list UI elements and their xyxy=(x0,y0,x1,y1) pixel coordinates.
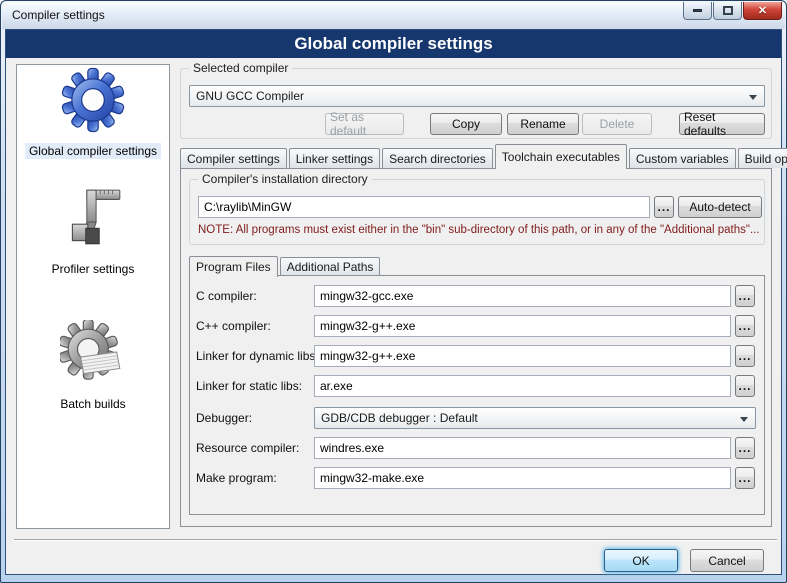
dynamic-linker-browse-button[interactable]: ... xyxy=(735,345,755,367)
subtab-additional-paths[interactable]: Additional Paths xyxy=(280,257,381,276)
field-label-cpp-compiler: C++ compiler: xyxy=(196,319,271,333)
tab-custom-variables[interactable]: Custom variables xyxy=(629,148,736,168)
compiler-settings-window: Compiler settings ✕ Global compiler sett… xyxy=(0,0,787,583)
delete-button[interactable]: Delete xyxy=(582,113,652,135)
maximize-icon xyxy=(723,6,733,15)
field-label-make-program: Make program: xyxy=(196,471,277,485)
tab-search-directories[interactable]: Search directories xyxy=(382,148,493,168)
dialog-header: Global compiler settings xyxy=(6,30,781,58)
compiler-select[interactable]: GNU GCC Compiler xyxy=(189,85,765,107)
install-dir-note: NOTE: All programs must exist either in … xyxy=(198,224,762,236)
sidebar-item-label: Profiler settings xyxy=(48,261,139,277)
static-linker-browse-button[interactable]: ... xyxy=(735,375,755,397)
footer-separator xyxy=(14,539,777,541)
blue-gear-icon xyxy=(60,67,126,133)
compiler-select-value: GNU GCC Compiler xyxy=(196,89,304,103)
page-title: Global compiler settings xyxy=(294,34,492,54)
make-program-browse-button[interactable]: ... xyxy=(735,467,755,489)
sidebar-item-label: Batch builds xyxy=(56,396,129,412)
chevron-down-icon xyxy=(749,95,757,100)
toolchain-executables-panel: Compiler's installation directory ... Au… xyxy=(180,168,772,527)
settings-category-list: Global compiler settings Profiler settin… xyxy=(16,64,170,529)
tab-toolchain-executables[interactable]: Toolchain executables xyxy=(495,144,627,169)
chevron-down-icon xyxy=(740,417,748,422)
cpp-compiler-input[interactable] xyxy=(314,315,731,337)
installation-directory-group: Compiler's installation directory ... Au… xyxy=(189,179,765,245)
resource-compiler-input[interactable] xyxy=(314,437,731,459)
close-icon: ✕ xyxy=(758,4,767,17)
selected-compiler-group: Selected compiler GNU GCC Compiler Set a… xyxy=(180,68,772,139)
sidebar-item-profiler-settings[interactable]: Profiler settings xyxy=(17,185,169,277)
sidebar-item-global-compiler-settings[interactable]: Global compiler settings xyxy=(17,67,169,159)
caliper-icon xyxy=(60,185,126,251)
window-title: Compiler settings xyxy=(12,8,105,22)
subtab-program-files[interactable]: Program Files xyxy=(189,256,278,277)
field-label-dynamic-linker: Linker for dynamic libs: xyxy=(196,349,319,363)
install-dir-browse-button[interactable]: ... xyxy=(654,196,674,218)
debugger-select-value: GDB/CDB debugger : Default xyxy=(321,411,478,425)
titlebar[interactable]: Compiler settings ✕ xyxy=(2,2,785,29)
program-files-panel: C compiler: ... C++ compiler: ... Linker… xyxy=(189,275,765,515)
rename-button[interactable]: Rename xyxy=(507,113,579,135)
settings-tabbar: Compiler settings Linker settings Search… xyxy=(180,143,772,168)
field-label-c-compiler: C compiler: xyxy=(196,289,257,303)
tab-build-options[interactable]: Build options xyxy=(738,148,787,168)
minimize-button[interactable] xyxy=(683,2,712,20)
debugger-select[interactable]: GDB/CDB debugger : Default xyxy=(314,407,756,429)
gray-gear-icon xyxy=(60,320,126,386)
dynamic-linker-input[interactable] xyxy=(314,345,731,367)
close-button[interactable]: ✕ xyxy=(743,2,782,20)
c-compiler-input[interactable] xyxy=(314,285,731,307)
maximize-button[interactable] xyxy=(713,2,742,20)
field-label-debugger: Debugger: xyxy=(196,411,252,425)
sidebar-item-label: Global compiler settings xyxy=(25,143,161,159)
sidebar-item-batch-builds[interactable]: Batch builds xyxy=(17,320,169,412)
c-compiler-browse-button[interactable]: ... xyxy=(735,285,755,307)
field-label-static-linker: Linker for static libs: xyxy=(196,379,302,393)
cpp-compiler-browse-button[interactable]: ... xyxy=(735,315,755,337)
set-as-default-button[interactable]: Set as default xyxy=(325,113,404,135)
install-dir-input[interactable] xyxy=(198,196,650,218)
tab-linker-settings[interactable]: Linker settings xyxy=(289,148,380,168)
auto-detect-button[interactable]: Auto-detect xyxy=(678,196,762,218)
resource-compiler-browse-button[interactable]: ... xyxy=(735,437,755,459)
program-files-tabbar: Program Files Additional Paths xyxy=(189,255,765,276)
reset-defaults-button[interactable]: Reset defaults xyxy=(679,113,765,135)
static-linker-input[interactable] xyxy=(314,375,731,397)
tab-compiler-settings[interactable]: Compiler settings xyxy=(180,148,287,168)
field-label-resource-compiler: Resource compiler: xyxy=(196,441,299,455)
ok-button[interactable]: OK xyxy=(604,549,678,572)
cancel-button[interactable]: Cancel xyxy=(690,549,764,572)
make-program-input[interactable] xyxy=(314,467,731,489)
selected-compiler-group-label: Selected compiler xyxy=(189,61,292,75)
window-controls: ✕ xyxy=(682,2,782,20)
minimize-icon xyxy=(693,9,702,12)
copy-button[interactable]: Copy xyxy=(430,113,502,135)
installation-directory-group-label: Compiler's installation directory xyxy=(198,172,372,186)
dialog-client-area: Global compiler settings Global compiler… xyxy=(5,29,782,575)
